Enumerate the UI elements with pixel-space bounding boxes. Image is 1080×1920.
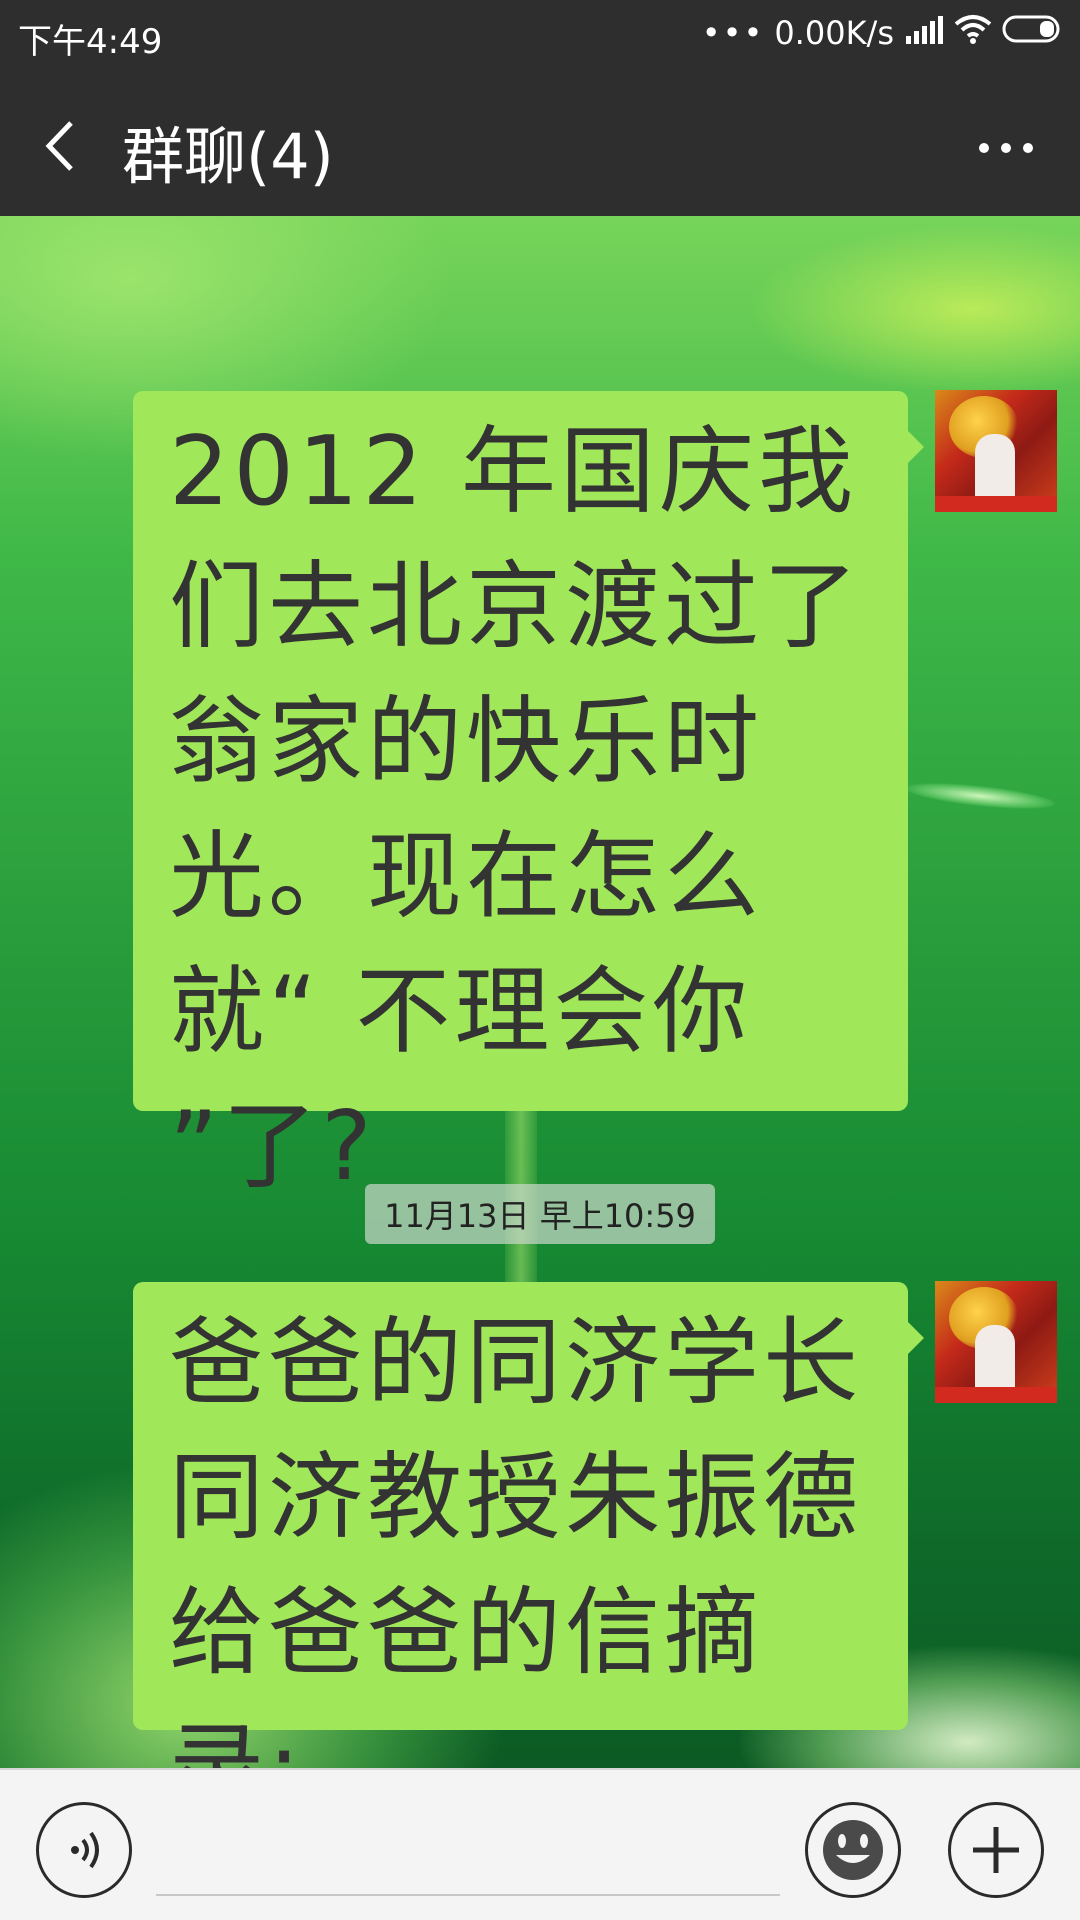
input-bar [0,1768,1080,1920]
battery-icon [1002,14,1064,52]
voice-button[interactable] [36,1802,132,1898]
status-right: ••• 0.00K/s [702,14,1064,52]
message-bubble[interactable]: 2012 年国庆我们去北京渡过了翁家的快乐时光。现在怎么就“ 不理会你 ”了? [133,391,924,1202]
chat-area[interactable]: 2012 年国庆我们去北京渡过了翁家的快乐时光。现在怎么就“ 不理会你 ”了? … [0,216,1080,1768]
message-text: 爸爸的同济学长同济教授朱振德给爸爸的信摘录: [169,1308,863,1768]
status-time: 下午4:49 [18,22,163,62]
avatar[interactable] [935,1281,1057,1403]
message-input[interactable] [156,1894,780,1896]
title-bar: 群聊(4) [0,76,1080,216]
wifi-icon [954,14,992,52]
message-bubble[interactable]: 爸爸的同济学长同济教授朱振德给爸爸的信摘录: [133,1282,924,1768]
chevron-left-icon [45,121,73,171]
status-bar: 下午4:49 ••• 0.00K/s [0,0,1080,76]
avatar[interactable] [935,390,1057,512]
chat-title: 群聊(4) [122,120,334,193]
message-text: 2012 年国庆我们去北京渡过了翁家的快乐时光。现在怎么就“ 不理会你 ”了? [169,417,863,1202]
message-timestamp: 11月13日 早上10:59 [365,1184,715,1244]
background-leaf [904,778,1056,814]
emoji-button[interactable] [805,1802,901,1898]
signal-icon [904,14,944,52]
plus-icon [973,1827,1019,1873]
voice-icon [71,1831,99,1869]
more-button[interactable] [966,118,1046,178]
emoji-icon [823,1820,883,1880]
plus-button[interactable] [948,1802,1044,1898]
more-dots-icon: ••• [701,14,765,52]
back-button[interactable] [30,112,90,180]
more-horizontal-icon [979,143,1033,153]
network-speed: 0.00K/s [774,14,894,52]
